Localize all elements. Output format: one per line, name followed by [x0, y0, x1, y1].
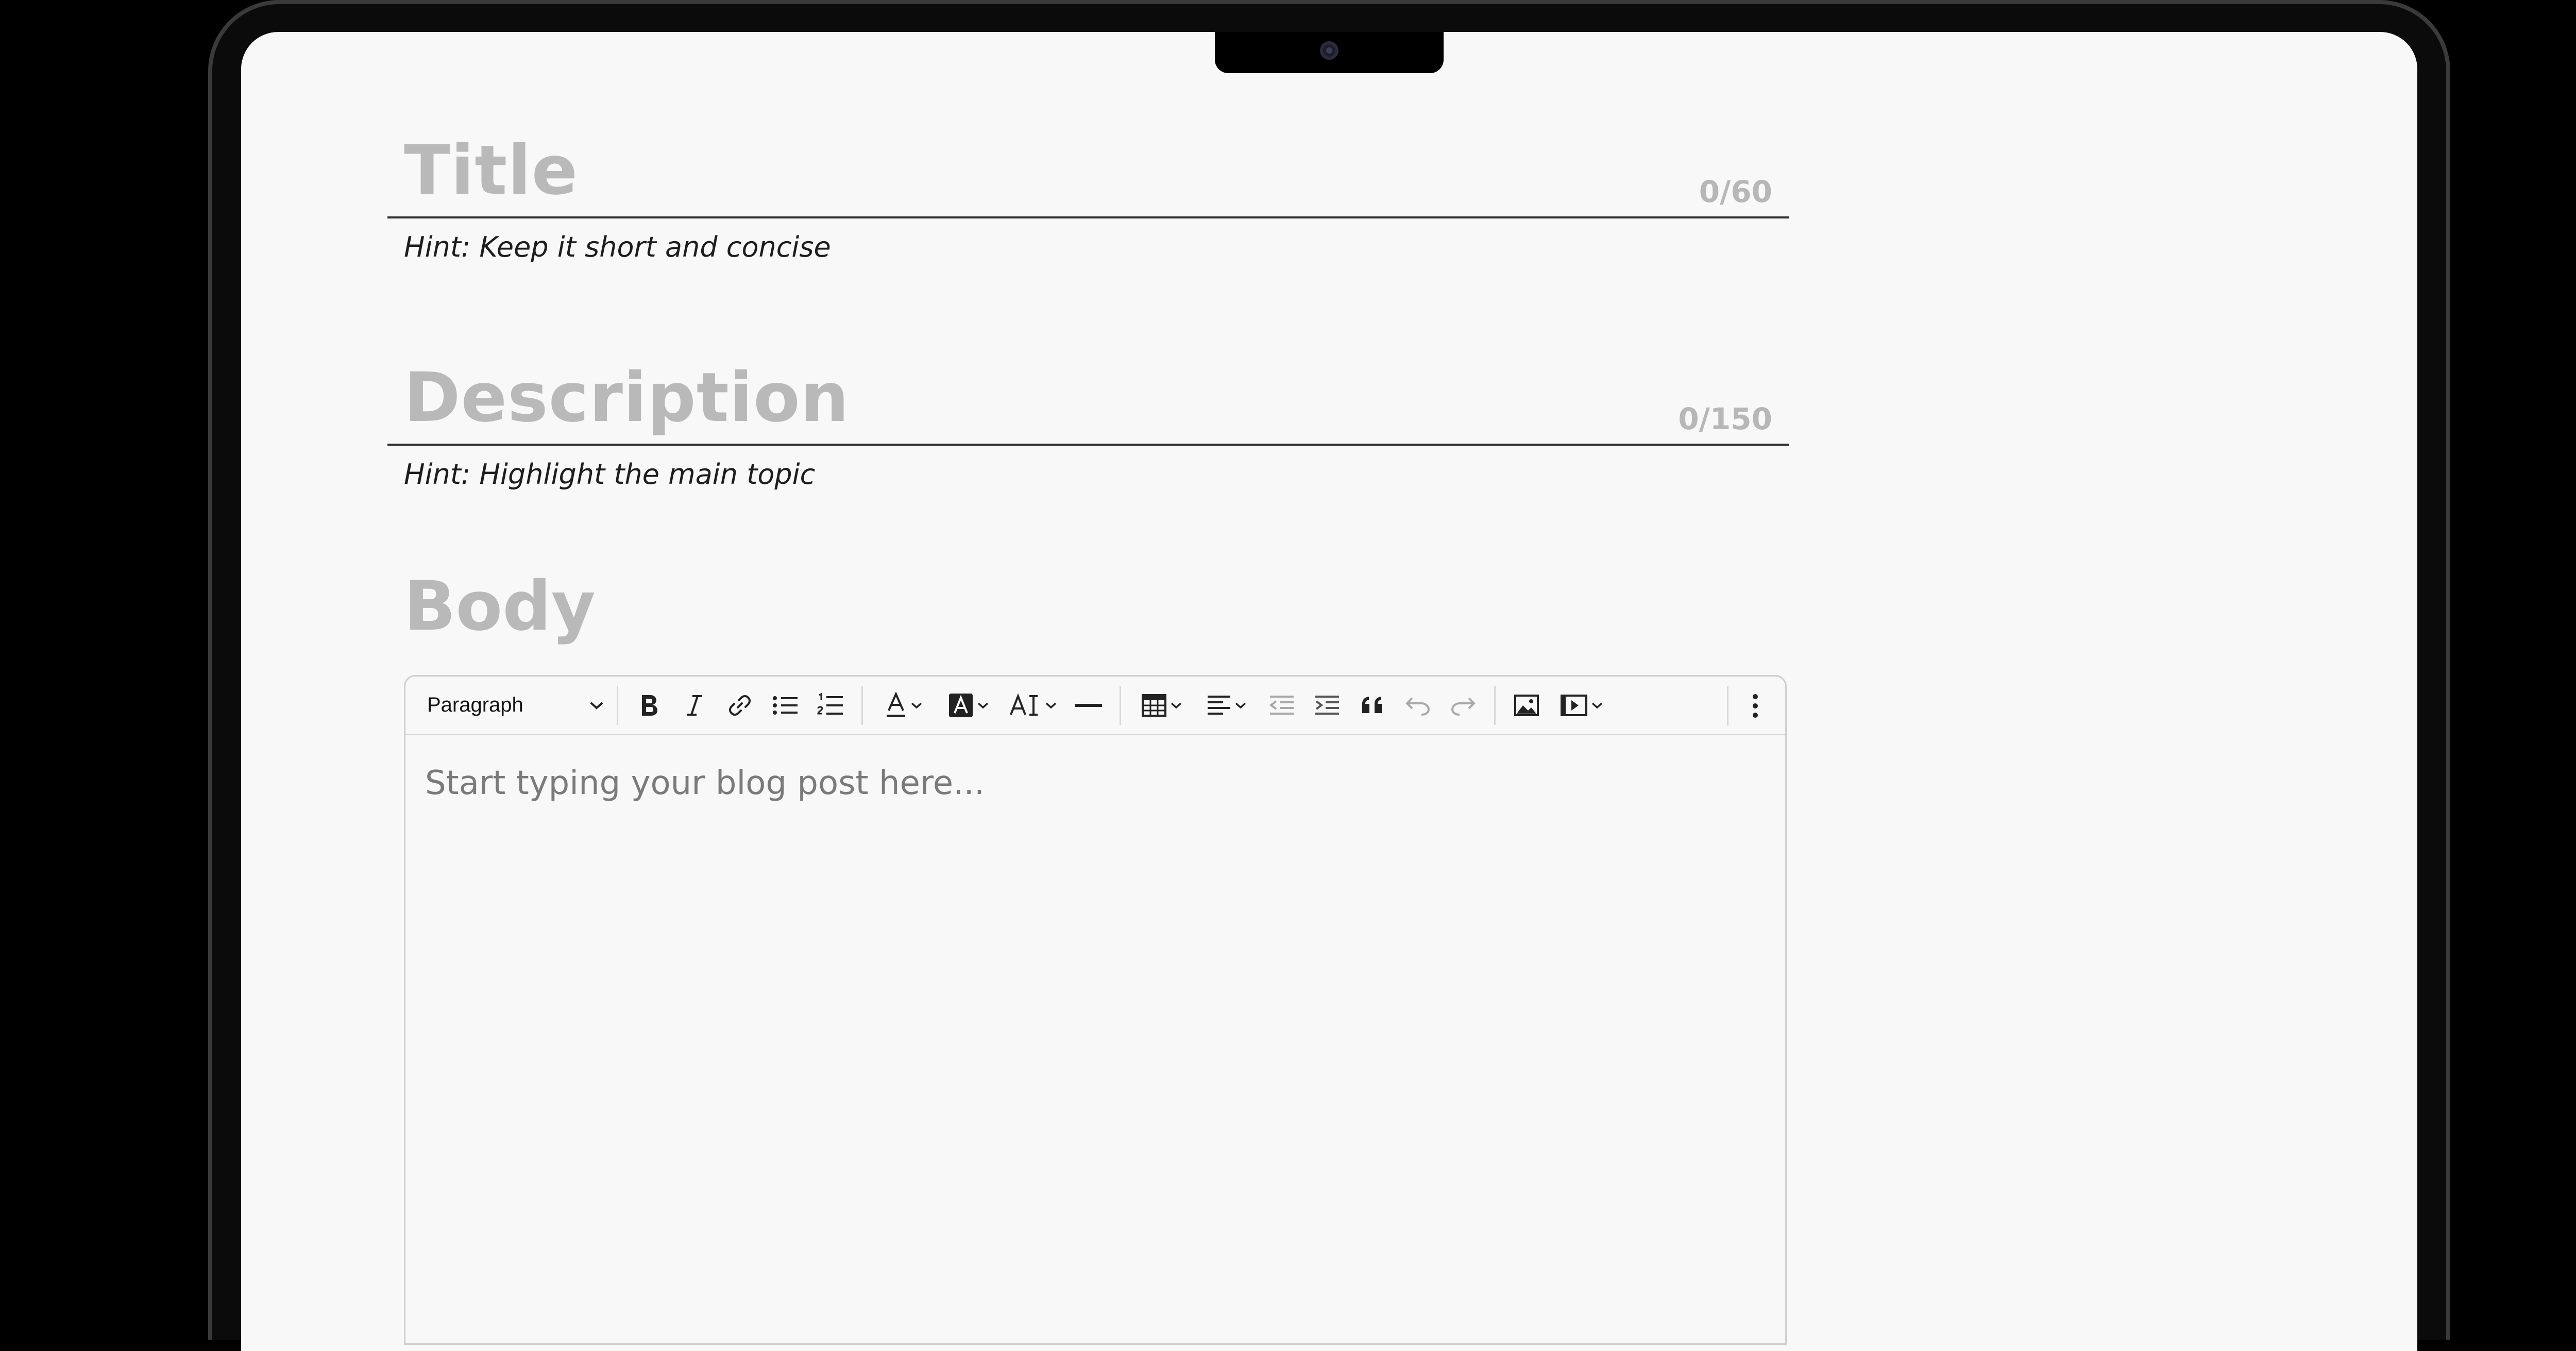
- description-underline: [387, 444, 1789, 446]
- media-icon: [1561, 694, 1587, 716]
- table-icon: [1142, 694, 1166, 717]
- chevron-down-icon: [1591, 702, 1603, 708]
- chevron-down-icon: [1045, 702, 1057, 708]
- description-field[interactable]: Description 0/150 Hint: Highlight the ma…: [387, 358, 1789, 502]
- redo-icon: [1451, 697, 1476, 716]
- title-hint: Hint: Keep it short and concise: [404, 231, 831, 263]
- redo-button[interactable]: [1440, 685, 1486, 726]
- numbered-list-icon: [817, 693, 843, 715]
- undo-button[interactable]: [1395, 685, 1440, 726]
- toolbar-divider: [1727, 686, 1728, 725]
- block-format-value: Paragraph: [427, 694, 523, 716]
- description-input[interactable]: Description: [404, 358, 850, 437]
- chevron-down-icon: [590, 702, 603, 710]
- editor-content-area[interactable]: Start typing your blog post here...: [405, 735, 1785, 802]
- bullet-list-icon: [773, 696, 798, 715]
- insert-media-button[interactable]: [1549, 685, 1614, 726]
- chevron-down-icon: [1235, 702, 1246, 708]
- indent-icon: [1315, 695, 1339, 715]
- editor-toolbar: Paragraph: [405, 677, 1785, 735]
- toolbar-divider: [1120, 685, 1121, 725]
- more-options-button[interactable]: [1735, 685, 1776, 727]
- blockquote-icon: [1362, 696, 1382, 713]
- bold-icon: [642, 695, 657, 716]
- camera-notch: [1215, 32, 1444, 73]
- toolbar-divider: [861, 685, 863, 725]
- font-color-button[interactable]: [871, 685, 936, 726]
- description-hint: Hint: Highlight the main topic: [404, 458, 816, 491]
- title-input[interactable]: Title: [404, 131, 578, 210]
- chevron-down-icon: [911, 702, 922, 708]
- title-underline: [387, 216, 1789, 218]
- title-char-counter: 0/60: [1699, 174, 1772, 209]
- image-icon: [1514, 694, 1539, 716]
- rich-text-editor[interactable]: Paragraph Start typing your blog post he…: [404, 675, 1787, 1345]
- font-size-icon: [1010, 693, 1038, 716]
- highlight-color-icon: [949, 693, 973, 717]
- table-button[interactable]: [1129, 685, 1194, 726]
- align-button[interactable]: [1194, 685, 1259, 726]
- horizontal-line-icon: [1075, 703, 1102, 707]
- highlight-color-button[interactable]: [936, 685, 1001, 726]
- chevron-down-icon: [977, 702, 989, 708]
- camera-icon: [1320, 41, 1338, 60]
- chevron-down-icon: [1171, 702, 1182, 708]
- outdent-button[interactable]: [1259, 685, 1304, 726]
- horizontal-line-button[interactable]: [1066, 685, 1111, 726]
- font-color-icon: [887, 691, 905, 717]
- italic-icon: [687, 695, 702, 716]
- block-format-select[interactable]: Paragraph: [423, 685, 608, 726]
- bullet-list-button[interactable]: [762, 685, 808, 726]
- bold-button[interactable]: [626, 685, 672, 726]
- link-button[interactable]: [717, 685, 762, 726]
- link-icon: [729, 695, 751, 716]
- title-field[interactable]: Title 0/60 Hint: Keep it short and conci…: [387, 131, 1789, 275]
- indent-button[interactable]: [1304, 685, 1350, 726]
- font-size-button[interactable]: [1001, 685, 1066, 726]
- description-char-counter: 0/150: [1678, 401, 1772, 436]
- undo-icon: [1405, 697, 1430, 716]
- align-left-icon: [1208, 695, 1230, 715]
- editor-placeholder: Start typing your blog post here...: [425, 764, 985, 802]
- body-label: Body: [404, 567, 596, 646]
- numbered-list-button[interactable]: [808, 685, 853, 726]
- insert-image-button[interactable]: [1504, 685, 1549, 726]
- more-icon: [1753, 694, 1758, 718]
- toolbar-divider: [617, 685, 618, 725]
- italic-button[interactable]: [672, 685, 717, 726]
- blockquote-button[interactable]: [1350, 685, 1395, 726]
- toolbar-divider: [1494, 685, 1496, 725]
- outdent-icon: [1269, 695, 1294, 715]
